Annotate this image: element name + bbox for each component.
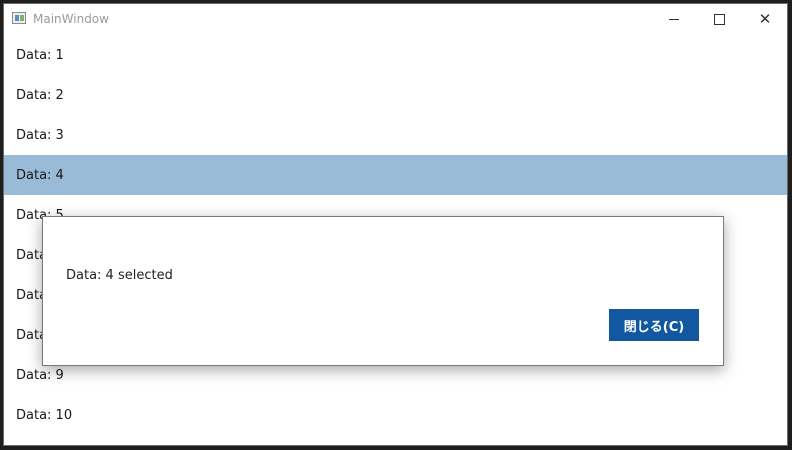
list-item-label: Data: 3 [16,127,64,143]
list-item-label: Data: 10 [16,407,73,423]
list-item[interactable]: Data: 1 [4,35,787,75]
close-icon: ✕ [758,10,772,28]
app-icon [12,12,26,24]
list-item-label: Data: 2 [16,87,64,103]
minimize-button[interactable] [651,4,697,35]
list-item-selected[interactable]: Data: 4 [4,155,787,195]
list-item[interactable]: Data: 10 [4,395,787,435]
message-dialog: Data: 4 selected 閉じる(C) [42,216,724,366]
list-item[interactable]: Data: 2 [4,75,787,115]
window-title: MainWindow [33,12,109,26]
maximize-icon [713,14,725,25]
list-item-label: Data: 4 [16,167,64,183]
list-item-label: Data: 1 [16,47,64,63]
list-item-label: Data: 9 [16,367,64,383]
dialog-message: Data: 4 selected [66,268,173,283]
minimize-icon [669,19,679,20]
list-item[interactable]: Data: 3 [4,115,787,155]
maximize-button[interactable] [696,4,742,35]
dialog-close-button[interactable]: 閉じる(C) [609,309,699,341]
close-button[interactable]: ✕ [742,4,787,35]
title-bar[interactable]: MainWindow ✕ [4,4,787,35]
